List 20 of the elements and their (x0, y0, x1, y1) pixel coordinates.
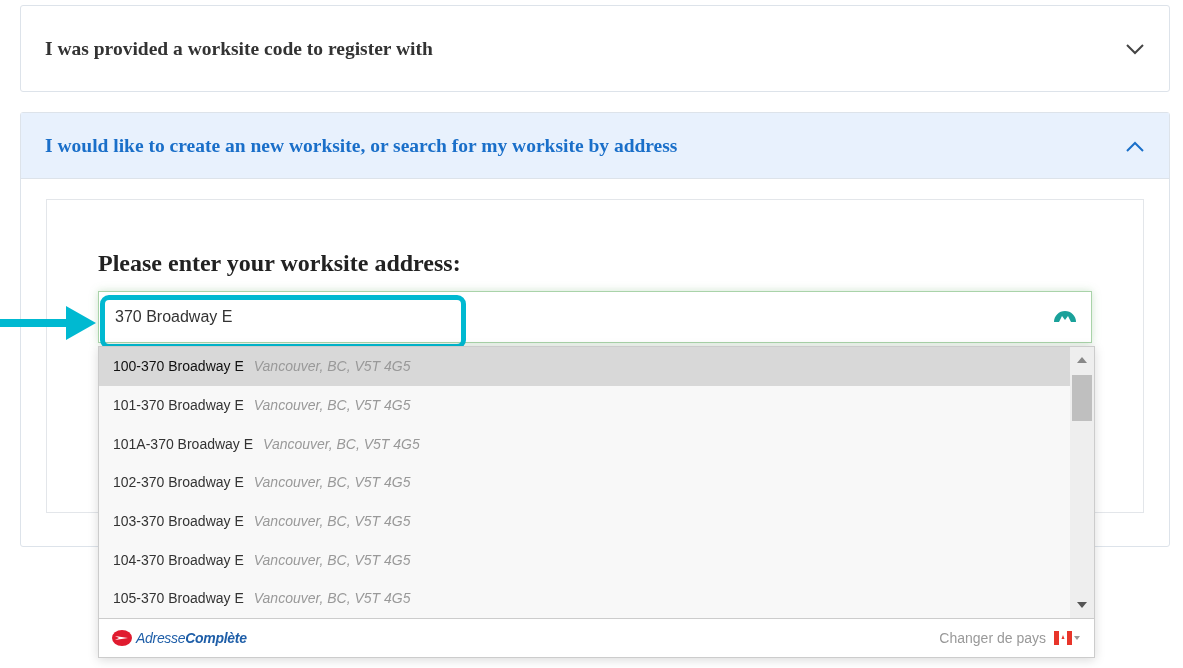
scroll-up-icon[interactable] (1077, 357, 1087, 363)
scrollbar[interactable] (1070, 347, 1094, 618)
flag-icon[interactable] (1054, 630, 1080, 645)
chevron-icon (1125, 139, 1145, 152)
logo-icon (111, 628, 133, 647)
scroll-down-icon[interactable] (1077, 601, 1087, 608)
accordion-header[interactable]: I would like to create an new worksite, or search for my worksite by address (21, 113, 1169, 179)
accordion-header[interactable]: I was provided a worksite code to register with (21, 6, 1169, 91)
suggestion-item[interactable]: 102-370 Broadway E Vancouver, BC, V5T 4G5 (99, 463, 1070, 502)
suggestion-item[interactable]: 101A-370 Broadway E Vancouver, BC, V5T 4G5 (99, 424, 1070, 464)
suggestion-item[interactable]: 100-370 Broadway E Vancouver, BC, V5T 4G5 (99, 347, 1070, 386)
chevron-icon (1125, 42, 1145, 55)
suggestion-item[interactable]: 103-370 Broadway E Vancouver, BC, V5T 4G5 (99, 501, 1070, 541)
suggestion-item[interactable]: 105-370 Broadway E Vancouver, BC, V5T 4G5 (99, 579, 1070, 618)
suggestion-item[interactable]: 104-370 Broadway E Vancouver, BC, V5T 4G5 (99, 540, 1070, 580)
suggestion-item[interactable]: 101-370 Broadway E Vancouver, BC, V5T 4G5 (99, 385, 1070, 425)
brand-logo: AdresseComplète (136, 629, 247, 646)
arrow-icon (0, 306, 96, 340)
scrollbar-thumb[interactable] (1072, 375, 1092, 421)
field-label: Please enter your worksite address: (98, 250, 462, 277)
